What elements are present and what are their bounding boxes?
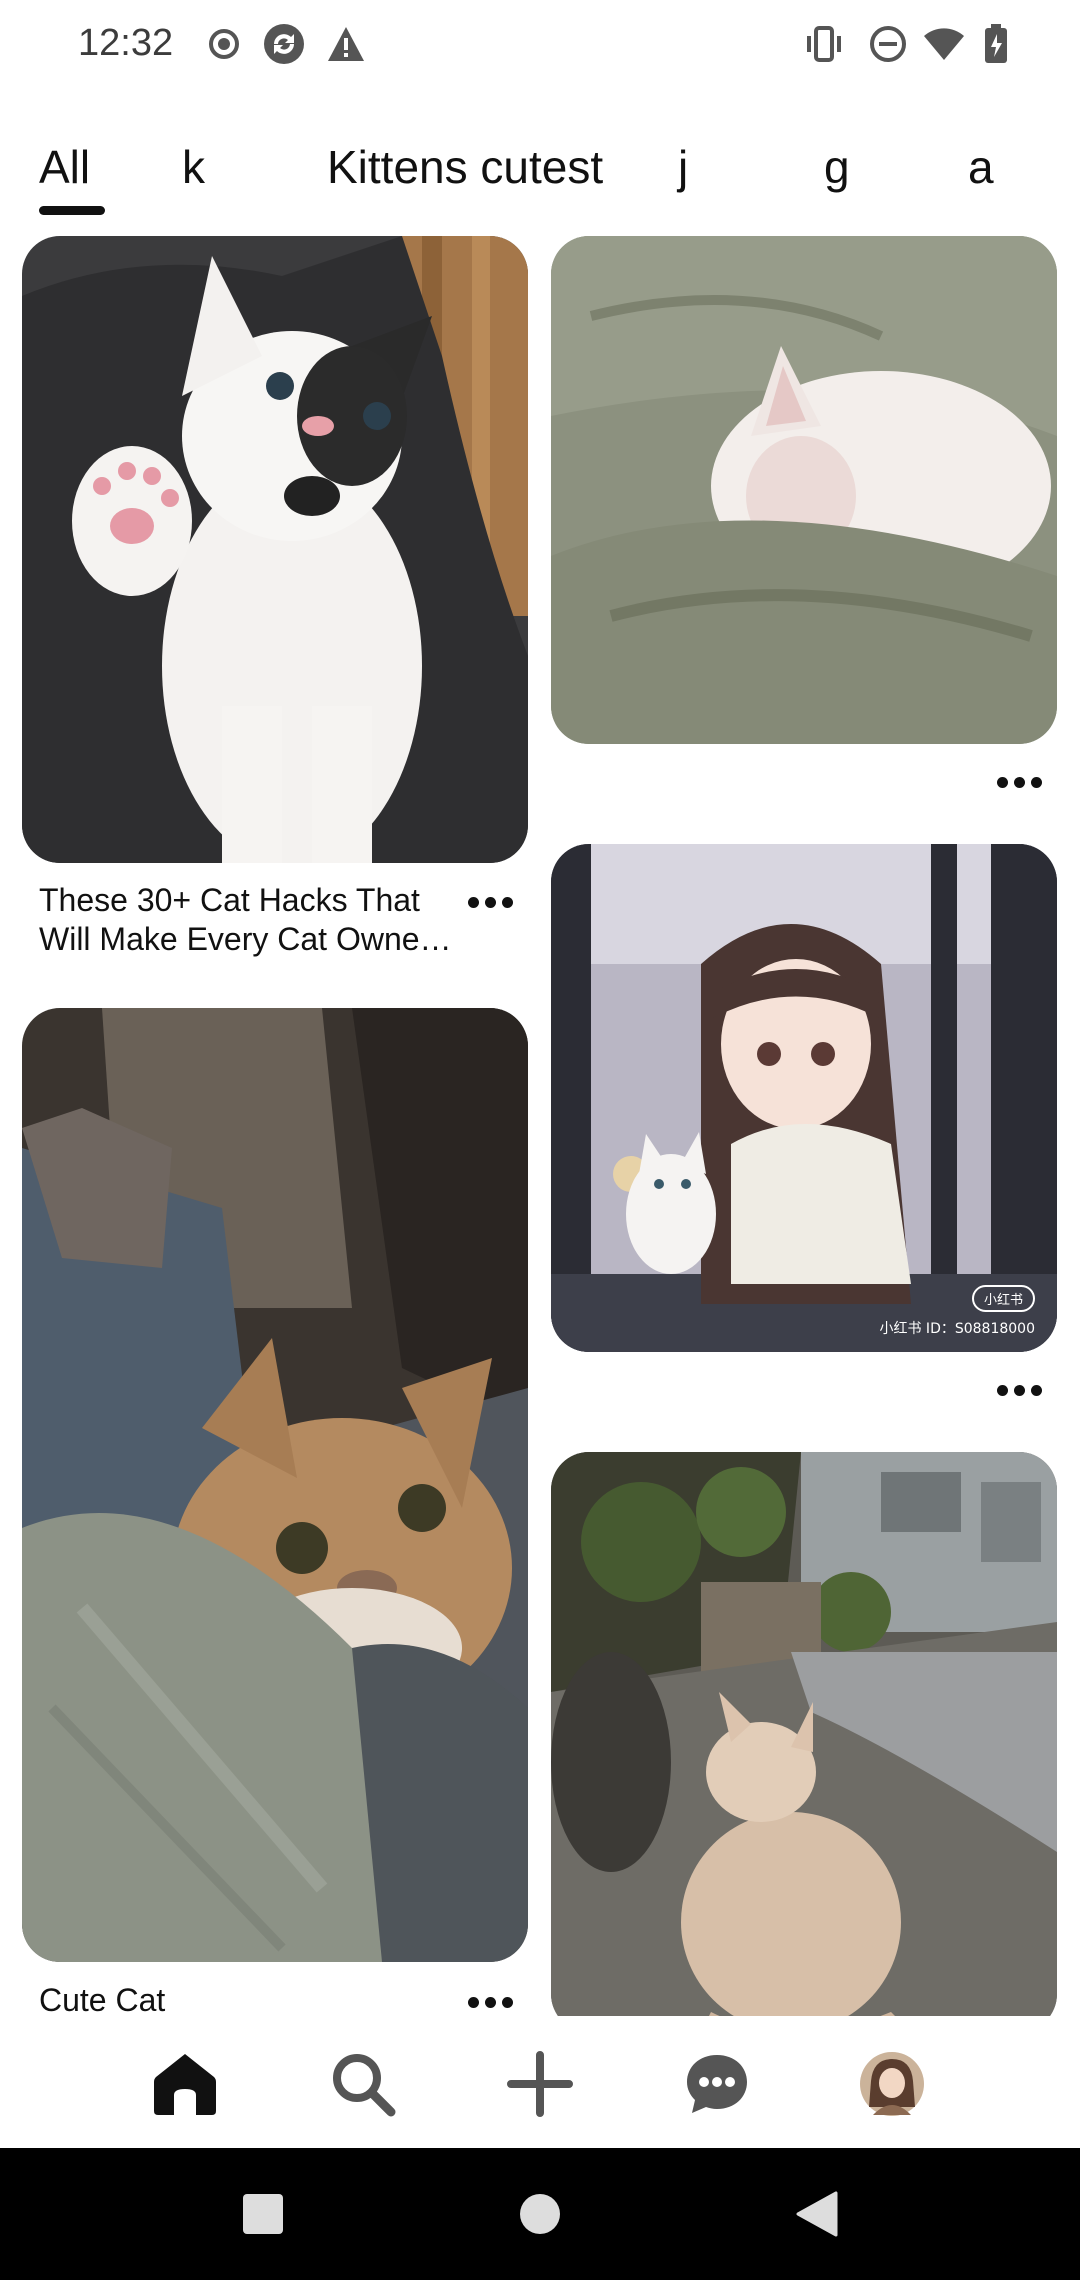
tab-j[interactable]: j: [678, 140, 688, 194]
pin-image-waving-kitten[interactable]: [22, 236, 528, 863]
do-not-disturb-icon: [866, 22, 910, 66]
record-icon: [202, 22, 246, 66]
warning-icon: [324, 22, 368, 66]
home-circle[interactable]: [512, 2186, 568, 2242]
more-options-button[interactable]: [989, 1375, 1049, 1405]
bottom-navigation: [0, 2016, 1080, 2146]
messages-icon[interactable]: [677, 2044, 757, 2124]
home-icon[interactable]: [145, 2044, 225, 2124]
xiaohongshu-watermark: 小红书 ID：S08818000: [879, 1321, 1035, 1337]
vibrate-icon: [802, 22, 846, 66]
pin-caption-line: Cute Cat: [39, 1982, 166, 2016]
tab-all[interactable]: All: [39, 140, 90, 194]
status-bar: 12:32: [0, 0, 1080, 90]
tab-selected-indicator: [39, 206, 105, 215]
pin-caption[interactable]: These 30+ Cat Hacks That Will Make Every…: [39, 881, 459, 959]
tab-k[interactable]: k: [182, 140, 205, 194]
pin-image-cat-in-jacket[interactable]: [22, 1008, 528, 1962]
plus-icon[interactable]: [500, 2044, 580, 2124]
pin-feed: These 30+ Cat Hacks That Will Make Every…: [0, 236, 1080, 2016]
more-options-button[interactable]: [460, 1987, 520, 2016]
board-tabs: All k Kittens cutest j g a: [0, 140, 1080, 220]
system-navigation-bar: [0, 2148, 1080, 2280]
recents-square[interactable]: [235, 2186, 291, 2242]
profile-avatar[interactable]: [852, 2044, 932, 2124]
sync-icon: [262, 22, 306, 66]
tab-kittens-cutest[interactable]: Kittens cutest: [327, 140, 603, 194]
pin-image-anime-girl-cat[interactable]: 小红书 小红书 ID：S08818000: [551, 844, 1057, 1352]
pin-caption-line: These 30+ Cat Hacks That: [39, 882, 420, 918]
battery-charging-icon: [974, 22, 1018, 66]
pin-caption[interactable]: Cute Cat: [39, 1981, 459, 2016]
xiaohongshu-badge: 小红书: [971, 1285, 1035, 1312]
pin-caption-line: Will Make Every Cat Owne…: [39, 921, 452, 957]
more-options-button[interactable]: [989, 767, 1049, 797]
wifi-icon: [922, 22, 966, 66]
status-time: 12:32: [78, 22, 174, 64]
search-icon[interactable]: [323, 2044, 403, 2124]
pin-image-cat-alley[interactable]: [551, 1452, 1057, 2016]
back-triangle[interactable]: [789, 2186, 845, 2242]
tab-g[interactable]: g: [824, 140, 850, 194]
pin-image-sleeping-kitten[interactable]: [551, 236, 1057, 744]
more-options-button[interactable]: [460, 887, 520, 917]
tab-a[interactable]: a: [968, 140, 994, 194]
